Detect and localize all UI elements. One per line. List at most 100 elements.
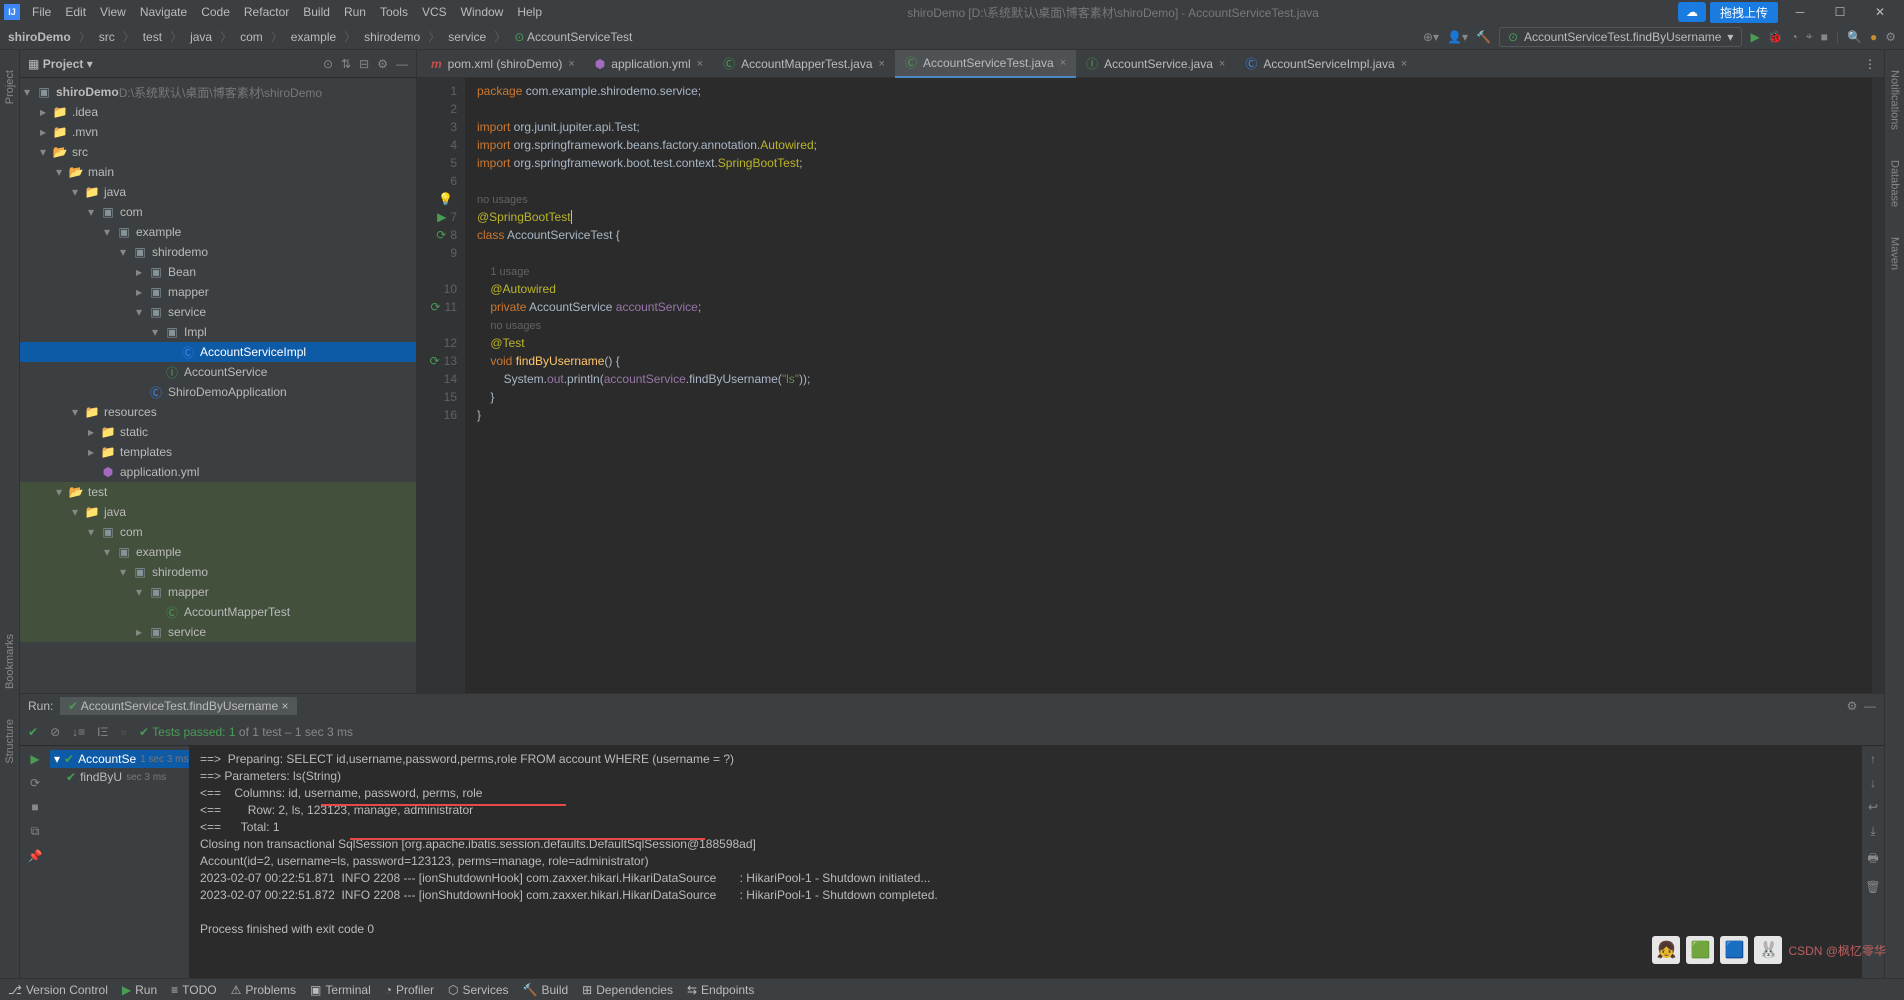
tree-row[interactable]: ⒾAccountService <box>20 362 416 382</box>
menu-edit[interactable]: Edit <box>59 3 92 21</box>
clear-icon[interactable]: 🗑 <box>1865 880 1880 894</box>
menu-build[interactable]: Build <box>297 3 336 21</box>
test-row[interactable]: ✔ findByU sec 3 ms <box>50 768 189 786</box>
scroll-up-icon[interactable]: ↑ <box>1870 752 1876 766</box>
collapse-icon[interactable]: ⊟ <box>359 57 369 71</box>
editor-tab[interactable]: ⒸAccountMapperTest.java× <box>713 50 895 78</box>
pin-icon[interactable]: 📌 <box>28 849 43 863</box>
tree-row[interactable]: ⒸShiroDemoApplication <box>20 382 416 402</box>
status-todo[interactable]: ≡ TODO <box>171 983 216 997</box>
minimize-button[interactable]: ─ <box>1780 1 1820 23</box>
hide-icon[interactable]: — <box>396 57 408 71</box>
coverage-button[interactable]: ◔ <box>1791 30 1798 44</box>
stop-button[interactable]: ■ <box>1821 30 1828 44</box>
tree-row[interactable]: ⬢application.yml <box>20 462 416 482</box>
editor-tab[interactable]: ⬢application.yml× <box>585 50 713 78</box>
menu-help[interactable]: Help <box>511 3 548 21</box>
tree-row[interactable]: ▾📁java <box>20 502 416 522</box>
status-terminal[interactable]: ▣ Terminal <box>310 983 371 997</box>
editor-tab[interactable]: ⒸAccountServiceImpl.java× <box>1235 50 1417 78</box>
project-tool-button[interactable]: Project <box>4 70 16 104</box>
editor-tab[interactable]: ⒸAccountServiceTest.java× <box>895 50 1076 78</box>
maximize-button[interactable]: ☐ <box>1820 1 1860 23</box>
tree-row[interactable]: ▾📁java <box>20 182 416 202</box>
editor-tab[interactable]: ⒾAccountService.java× <box>1076 50 1235 78</box>
notifications-button[interactable]: Notifications <box>1889 70 1901 130</box>
code-editor[interactable]: package com.example.shirodemo.service;im… <box>465 78 1872 693</box>
run-hide-icon[interactable]: — <box>1864 699 1876 713</box>
tree-row[interactable]: ▾📂main <box>20 162 416 182</box>
run-config-select[interactable]: ⊙ AccountServiceTest.findByUsername ▾ <box>1499 27 1743 47</box>
profile-button[interactable]: ⌖ <box>1806 29 1813 44</box>
menu-refactor[interactable]: Refactor <box>238 3 295 21</box>
tree-row[interactable]: ▾▣shirodemo <box>20 562 416 582</box>
tab-more-icon[interactable]: ⋮ <box>1856 57 1884 71</box>
run-tab[interactable]: ✔ AccountServiceTest.findByUsername × <box>60 697 297 715</box>
debug-button[interactable]: 🐞 <box>1768 30 1783 44</box>
breadcrumb-item[interactable]: example <box>291 30 336 44</box>
gear-icon[interactable]: ⚙ <box>377 57 388 71</box>
menu-view[interactable]: View <box>94 3 132 21</box>
scroll-down-icon[interactable]: ↓ <box>1870 776 1876 790</box>
tree-row[interactable]: ⒸAccountMapperTest <box>20 602 416 622</box>
menu-tools[interactable]: Tools <box>374 3 414 21</box>
search-icon[interactable]: 🔍 <box>1847 30 1862 44</box>
bookmarks-tool-button[interactable]: Bookmarks <box>4 634 16 689</box>
menu-file[interactable]: File <box>26 3 57 21</box>
tree-row[interactable]: ▾▣shirodemo <box>20 242 416 262</box>
scroll-end-icon[interactable]: ⤓ <box>1870 824 1875 839</box>
tree-row[interactable]: ▾▣Impl <box>20 322 416 342</box>
user-icon[interactable]: 👤▾ <box>1447 30 1468 44</box>
breadcrumb-item[interactable]: test <box>143 30 162 44</box>
tree-row[interactable]: ▸▣mapper <box>20 282 416 302</box>
status-deps[interactable]: ⊞ Dependencies <box>582 983 673 997</box>
test-tree[interactable]: ▾ ✔ AccountSe 1 sec 3 ms✔ findByU sec 3 … <box>50 746 190 978</box>
menu-run[interactable]: Run <box>338 3 372 21</box>
status-profiler[interactable]: ◔ Profiler <box>385 983 434 997</box>
chevron-down-icon[interactable]: ▾ <box>83 57 92 71</box>
show-ignored-icon[interactable]: ⊘ <box>50 725 60 739</box>
sort2-icon[interactable]: IΞ <box>97 725 108 739</box>
run-gear-icon[interactable]: ⚙ <box>1847 699 1858 713</box>
tree-row[interactable]: ▸▣Bean <box>20 262 416 282</box>
settings-icon[interactable]: ⚙ <box>1885 30 1896 44</box>
tree-row[interactable]: ▸📁.idea <box>20 102 416 122</box>
hammer-icon[interactable]: 🔨 <box>1476 30 1491 44</box>
stop-run-button[interactable]: ■ <box>31 800 38 814</box>
status-problems[interactable]: ⚠ Problems <box>231 983 296 997</box>
status-services[interactable]: ⬡ Services <box>448 983 509 997</box>
breadcrumb-item[interactable]: shiroDemo <box>8 30 71 44</box>
add-config-icon[interactable]: ⊕▾ <box>1423 30 1439 44</box>
tree-row[interactable]: ▸📁static <box>20 422 416 442</box>
tree-row[interactable]: ▾▣com <box>20 522 416 542</box>
tree-row[interactable]: ▸📁.mvn <box>20 122 416 142</box>
tree-row[interactable]: ▾📂src <box>20 142 416 162</box>
tree-row[interactable]: ▾▣example <box>20 542 416 562</box>
tree-row[interactable]: ▸📁templates <box>20 442 416 462</box>
status-endpoints[interactable]: ⇆ Endpoints <box>687 983 754 997</box>
project-tree[interactable]: ▾▣shiroDemo D:\系统默认\桌面\博客素材\shiroDemo▸📁.… <box>20 78 416 693</box>
softwrap-icon[interactable]: ↩ <box>1868 800 1878 814</box>
expand-icon[interactable]: ⇅ <box>341 57 351 71</box>
tree-row[interactable]: ▾▣mapper <box>20 582 416 602</box>
menu-vcs[interactable]: VCS <box>416 3 453 21</box>
sort-icon[interactable]: ↓≡ <box>72 725 85 739</box>
console-output[interactable]: ==> Preparing: SELECT id,username,passwo… <box>190 746 1862 978</box>
show-passed-icon[interactable]: ✔ <box>28 725 38 739</box>
tree-row[interactable]: ▾▣example <box>20 222 416 242</box>
rerun-failed-button[interactable]: ⟳ <box>30 776 40 790</box>
close-button[interactable]: ✕ <box>1860 1 1900 23</box>
editor-scrollbar[interactable] <box>1872 78 1884 693</box>
status-build[interactable]: 🔨 Build <box>523 983 569 997</box>
breadcrumb-item[interactable]: com <box>240 30 263 44</box>
editor-tab[interactable]: mpom.xml (shiroDemo)× <box>421 50 585 78</box>
breadcrumb-item[interactable]: java <box>190 30 212 44</box>
cloud-icon[interactable]: ☁ <box>1678 2 1706 22</box>
locate-icon[interactable]: ⊙ <box>323 57 333 71</box>
tree-row[interactable]: ▾📂test <box>20 482 416 502</box>
test-row[interactable]: ▾ ✔ AccountSe 1 sec 3 ms <box>50 750 189 768</box>
rerun-button[interactable]: ▶ <box>30 752 39 766</box>
status-vcs[interactable]: ⎇ Version Control <box>8 983 108 997</box>
cwm-icon[interactable]: ● <box>1870 30 1877 44</box>
menu-navigate[interactable]: Navigate <box>134 3 193 21</box>
